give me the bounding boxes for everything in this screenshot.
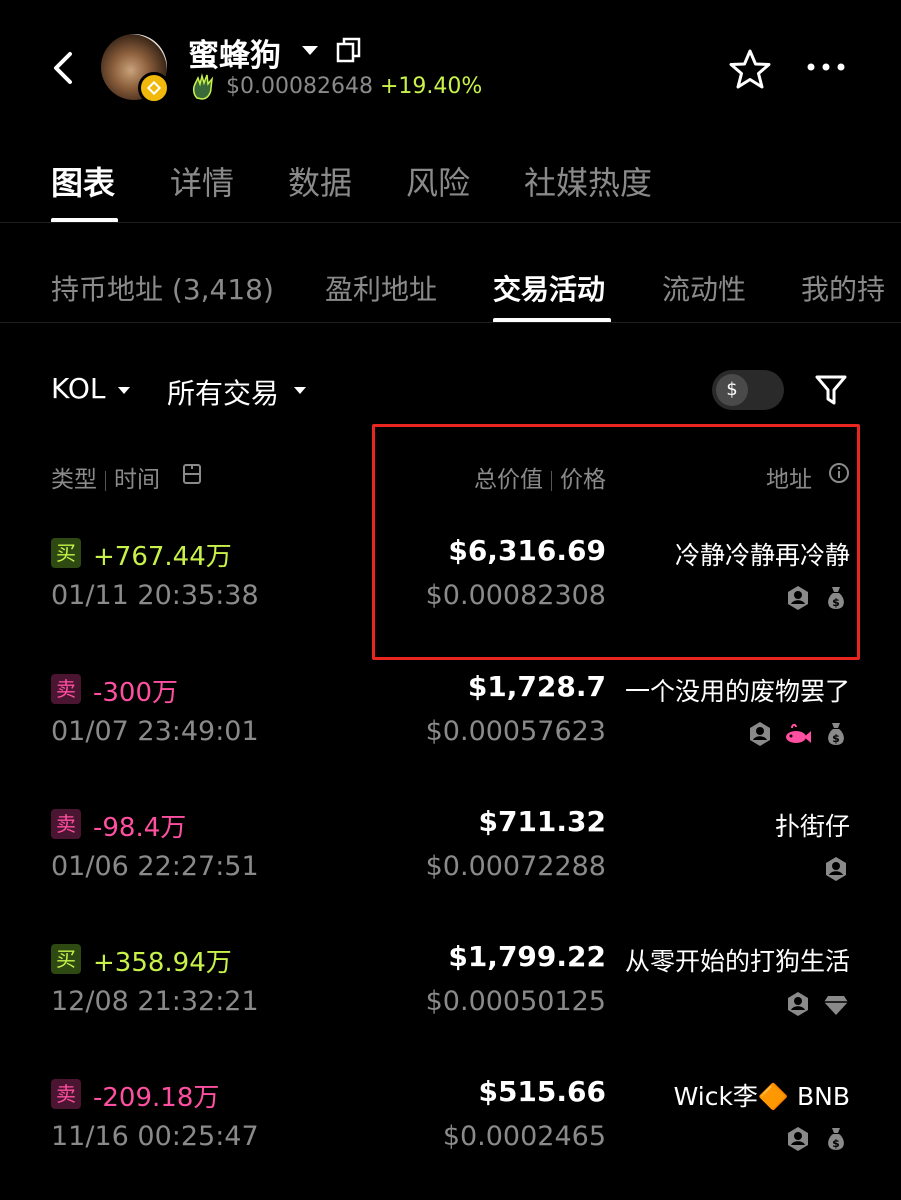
copy-icon[interactable] [336,36,362,64]
divider [0,222,901,223]
time-format-icon[interactable] [181,463,203,485]
chevron-down-icon[interactable] [294,387,306,394]
trade-time: 01/06 22:27:51 [51,851,259,882]
trade-total-value: $711.32 [478,805,606,838]
bnb-chain-icon [138,72,170,104]
subtab-my-holdings[interactable]: 我的持 [801,268,885,308]
trade-total-value: $6,316.69 [448,534,606,567]
trade-amount: -209.18万 [93,1083,220,1113]
svg-text:$: $ [832,732,840,745]
trade-time: 01/11 20:35:38 [51,580,259,611]
trade-price: $0.00050125 [425,986,606,1017]
trade-amount: +767.44万 [93,542,232,572]
token-title[interactable]: 蜜蜂狗 [188,30,281,75]
money-bag-icon: $ [822,720,850,748]
trade-price: $0.00057623 [425,716,606,747]
subtab-profit-addresses[interactable]: 盈利地址 [325,268,437,308]
trader-address[interactable]: 冷静冷静再冷静 [675,536,850,572]
trade-amount: -98.4万 [93,813,187,843]
trader-address[interactable]: 扑街仔 [775,807,850,843]
kol-filter[interactable]: KOL [51,372,105,405]
tab-risk[interactable]: 风险 [406,158,470,204]
money-bag-icon: $ [822,1125,850,1153]
divider [0,322,901,323]
money-bag-icon: $ [822,584,850,612]
tab-data[interactable]: 数据 [288,158,352,204]
trade-total-value: $515.66 [478,1075,606,1108]
trade-time: 12/08 21:32:21 [51,986,259,1017]
trade-time: 11/16 00:25:47 [51,1121,259,1152]
tab-social[interactable]: 社媒热度 [524,158,652,204]
trader-address[interactable]: Wick李🔶 BNB [674,1077,850,1113]
kol-badge-icon [784,1125,812,1153]
subtab-holders[interactable]: 持币地址 (3,418) [51,268,274,308]
side-badge: 卖 [51,674,81,704]
kol-badge-icon [784,584,812,612]
chevron-down-icon[interactable] [118,387,130,394]
subtab-liquidity[interactable]: 流动性 [662,268,746,308]
star-icon[interactable] [728,48,772,90]
side-badge: 卖 [51,809,81,839]
column-header-type-time: 类型 时间 [51,460,160,494]
dollar-icon[interactable]: $ [716,374,748,406]
tab-chart[interactable]: 图表 [51,158,115,204]
trader-address[interactable]: 一个没用的废物罢了 [625,672,850,708]
subtab-trade-activity[interactable]: 交易活动 [493,268,605,308]
more-icon[interactable] [806,60,846,74]
svg-text:$: $ [832,1137,840,1150]
side-badge: 卖 [51,1079,81,1109]
chevron-down-icon[interactable] [302,46,318,55]
side-badge: 买 [51,538,81,568]
side-badge: 买 [51,944,81,974]
trade-price: $0.00072288 [425,851,606,882]
kol-badge-icon [784,990,812,1018]
trade-total-value: $1,728.7 [467,670,606,703]
trade-amount: +358.94万 [93,948,232,978]
trade-price: $0.0002465 [442,1121,606,1152]
svg-text:$: $ [832,596,840,609]
kol-badge-icon [746,720,774,748]
hand-icon [192,73,214,100]
column-time: 时间 [114,467,160,493]
trade-price: $0.00082308 [425,580,606,611]
tab-details[interactable]: 详情 [170,158,234,204]
price-change: +19.40% [380,74,483,99]
filter-icon[interactable] [814,373,848,407]
trade-amount: -300万 [93,678,179,708]
diamond-icon [822,990,850,1018]
token-price: $0.00082648 [226,74,373,99]
column-type: 类型 [51,467,97,493]
trader-address[interactable]: 从零开始的打狗生活 [625,942,850,978]
trade-type-filter[interactable]: 所有交易 [167,372,279,412]
back-icon[interactable] [48,50,78,86]
kol-badge-icon [822,855,850,883]
trade-time: 01/07 23:49:01 [51,716,259,747]
fish-icon [784,720,812,748]
trade-total-value: $1,799.22 [448,940,606,973]
